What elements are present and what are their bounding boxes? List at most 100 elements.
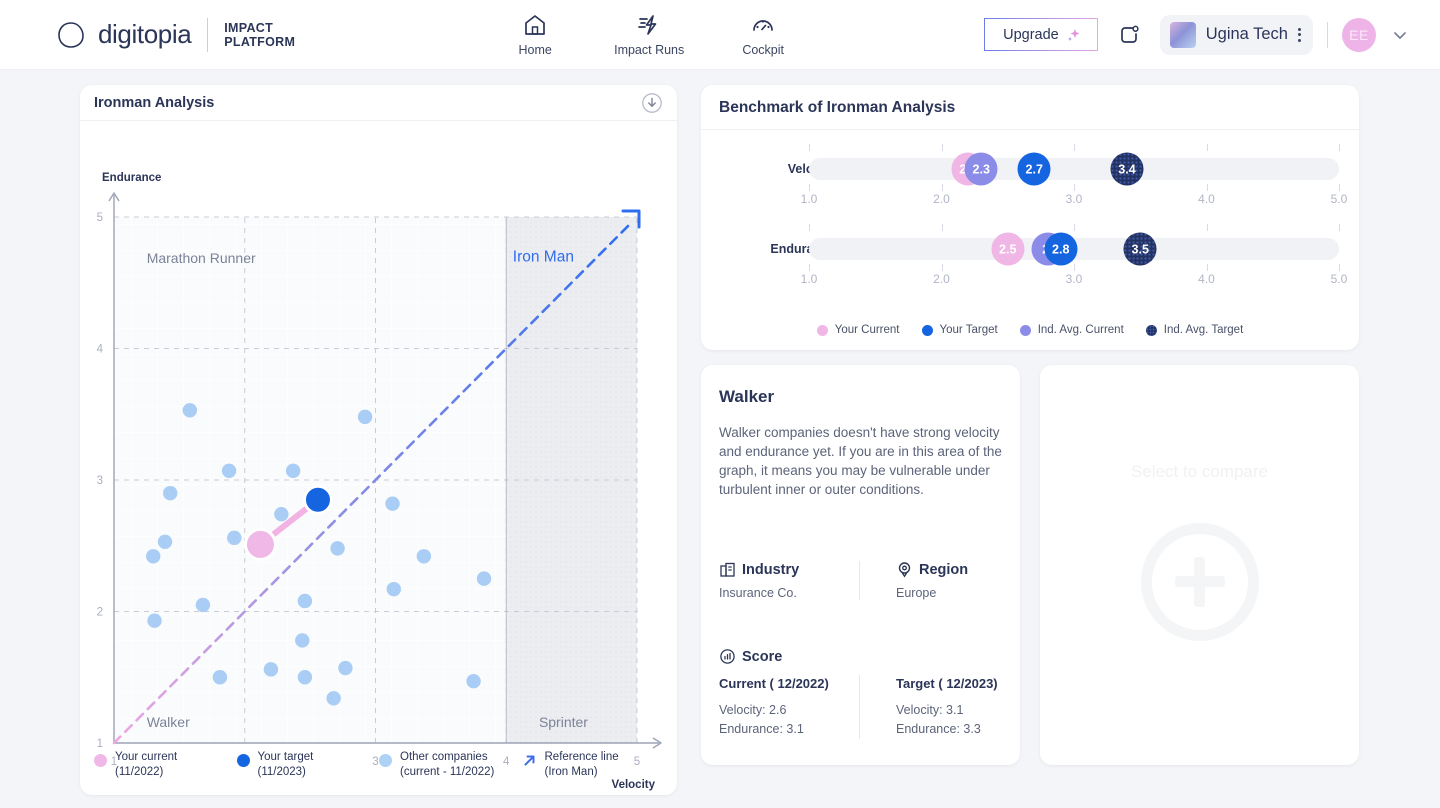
score-target-values: Velocity: 3.1 Endurance: 3.3 bbox=[896, 701, 999, 739]
svg-text:4: 4 bbox=[97, 344, 104, 356]
info-card-description: Walker companies doesn't have strong vel… bbox=[719, 425, 1002, 497]
industry-label: Industry bbox=[742, 561, 800, 578]
upgrade-button[interactable]: Upgrade bbox=[984, 18, 1098, 51]
benchmark-title: Benchmark of Ironman Analysis bbox=[719, 99, 956, 116]
chart-title: Ironman Analysis bbox=[94, 94, 215, 111]
header-actions: Upgrade Ugina Tech EE bbox=[984, 14, 1410, 55]
avatar[interactable]: EE bbox=[1342, 17, 1376, 52]
dot-icon bbox=[816, 324, 828, 336]
benchmark-legend-label: Your Current bbox=[834, 324, 900, 336]
benchmark-scale-tick: 5.0 bbox=[1330, 272, 1348, 286]
plus-circle-icon[interactable] bbox=[1140, 523, 1259, 641]
benchmark-row: Endurance2.52.2.83.51.02.03.04.05.0 bbox=[701, 210, 1359, 290]
brand-divider bbox=[207, 17, 209, 52]
notification-icon bbox=[1120, 25, 1139, 43]
benchmark-marker[interactable]: 2.8 bbox=[1044, 232, 1078, 266]
svg-text:Velocity: Velocity bbox=[612, 779, 656, 791]
benchmark-card: Benchmark of Ironman Analysis Velocity2.… bbox=[701, 85, 1359, 350]
chart-legend-item: Reference line (Iron Man) bbox=[522, 750, 665, 780]
dot-icon bbox=[1019, 324, 1031, 336]
chart-legend-item: Your current (11/2022) bbox=[94, 750, 237, 780]
app-header: digitopia IMPACT PLATFORM Home Impact Ru… bbox=[0, 0, 1440, 70]
region-block: Region Europe bbox=[859, 561, 999, 600]
benchmark-row: Velocity2.22.32.73.41.02.03.04.05.0 bbox=[701, 130, 1359, 210]
org-switcher[interactable]: Ugina Tech bbox=[1159, 14, 1313, 55]
select-to-compare-card[interactable]: Select to compare bbox=[1040, 365, 1359, 765]
dot-icon bbox=[1145, 324, 1157, 336]
svg-text:Iron Man: Iron Man bbox=[513, 249, 574, 266]
dot-icon bbox=[94, 754, 107, 767]
score-block: Score Current ( 12/2022) Velocity: 2.6 E… bbox=[719, 648, 1002, 739]
benchmark-scale-tick: 3.0 bbox=[1065, 272, 1083, 286]
nav-label: Impact Runs bbox=[614, 43, 685, 57]
benchmark-scale-tick: 4.0 bbox=[1198, 192, 1215, 206]
notifications-button[interactable] bbox=[1112, 18, 1146, 52]
brand-logo[interactable]: digitopia IMPACT PLATFORM bbox=[56, 17, 295, 52]
svg-text:5: 5 bbox=[97, 212, 103, 224]
scatter-plot: 1234512345EnduranceVelocityMarathon Runn… bbox=[80, 121, 677, 794]
chart-legend-item: Other companies (current - 11/2022) bbox=[379, 750, 522, 780]
lightning-icon bbox=[638, 15, 657, 35]
header-divider bbox=[1327, 21, 1328, 48]
nav-label: Home bbox=[518, 43, 552, 57]
region-value: Europe bbox=[896, 586, 937, 600]
score-target-col: Target ( 12/2023) Velocity: 3.1 Enduranc… bbox=[859, 675, 999, 739]
score-current-header: Current ( 12/2022) bbox=[719, 676, 829, 691]
chart-legend-item: Your target (11/2023) bbox=[236, 750, 380, 780]
benchmark-legend-label: Ind. Avg. Target bbox=[1163, 324, 1244, 336]
org-menu-icon[interactable] bbox=[1298, 27, 1301, 42]
benchmark-marker[interactable]: 2.3 bbox=[964, 152, 998, 186]
building-icon bbox=[720, 562, 735, 577]
benchmark-marker[interactable]: 2.5 bbox=[991, 232, 1025, 266]
home-icon bbox=[525, 15, 546, 35]
benchmark-legend-label: Ind. Avg. Current bbox=[1037, 324, 1124, 336]
upgrade-label: Upgrade bbox=[1003, 26, 1059, 43]
nav-item-impact-runs[interactable]: Impact Runs bbox=[614, 12, 684, 57]
benchmark-legend-item: Ind. Avg. Current bbox=[1019, 324, 1124, 336]
digitopia-mark-icon bbox=[58, 21, 84, 48]
benchmark-marker[interactable]: 3.4 bbox=[1110, 152, 1144, 186]
target-velocity: Velocity: 3.1 bbox=[896, 703, 964, 717]
download-circle-icon[interactable] bbox=[641, 92, 663, 114]
score-current-col: Current ( 12/2022) Velocity: 2.6 Enduran… bbox=[719, 675, 859, 739]
chart-legend-label: Reference line (Iron Man) bbox=[544, 751, 619, 778]
svg-text:Marathon Runner: Marathon Runner bbox=[147, 250, 256, 266]
svg-text:2: 2 bbox=[97, 607, 103, 619]
benchmark-legend-item: Ind. Avg. Target bbox=[1145, 324, 1244, 336]
benchmark-legend-label: Your Target bbox=[939, 324, 998, 336]
score-label: Score bbox=[742, 648, 783, 665]
dot-icon bbox=[379, 754, 392, 767]
walker-info-card: Walker Walker companies doesn't have str… bbox=[701, 365, 1020, 765]
svg-text:1: 1 bbox=[97, 738, 103, 750]
org-logo-icon bbox=[1169, 21, 1196, 48]
sparkle-icon bbox=[1067, 29, 1080, 41]
benchmark-scale-tick: 2.0 bbox=[933, 192, 950, 206]
brand-wordmark: digitopia bbox=[98, 19, 192, 49]
chart-header: Ironman Analysis bbox=[80, 85, 677, 121]
benchmark-marker[interactable]: 2.7 bbox=[1017, 152, 1051, 186]
chart-legend-label: Other companies (current - 11/2022) bbox=[400, 751, 495, 778]
chevron-down-icon[interactable] bbox=[1390, 25, 1410, 45]
org-name-label: Ugina Tech bbox=[1205, 25, 1288, 43]
dot-icon bbox=[921, 324, 933, 336]
nav-item-home[interactable]: Home bbox=[500, 12, 570, 57]
main-nav: Home Impact Runs Cockpit bbox=[500, 12, 798, 57]
score-target-header: Target ( 12/2023) bbox=[896, 676, 998, 691]
benchmark-scale-tick: 2.0 bbox=[933, 272, 950, 286]
score-current-values: Velocity: 2.6 Endurance: 3.1 bbox=[719, 701, 859, 739]
benchmark-scale-tick: 1.0 bbox=[800, 272, 818, 286]
svg-text:Walker: Walker bbox=[147, 714, 190, 730]
benchmark-scale-tick: 5.0 bbox=[1330, 192, 1348, 206]
industry-block: Industry Insurance Co. bbox=[719, 561, 859, 601]
score-chart-icon bbox=[720, 649, 735, 664]
nav-label: Cockpit bbox=[742, 43, 785, 57]
benchmark-header: Benchmark of Ironman Analysis bbox=[701, 85, 1359, 130]
region-label: Region bbox=[919, 561, 969, 578]
current-endurance: Endurance: 3.1 bbox=[719, 722, 804, 736]
benchmark-ticks bbox=[809, 264, 1340, 271]
scatter-svg: 1234512345EnduranceVelocityMarathon Runn… bbox=[97, 172, 662, 791]
nav-item-cockpit[interactable]: Cockpit bbox=[728, 12, 798, 57]
industry-value: Insurance Co. bbox=[719, 586, 797, 600]
benchmark-marker[interactable]: 3.5 bbox=[1123, 232, 1157, 266]
benchmark-scale-tick: 1.0 bbox=[800, 192, 818, 206]
